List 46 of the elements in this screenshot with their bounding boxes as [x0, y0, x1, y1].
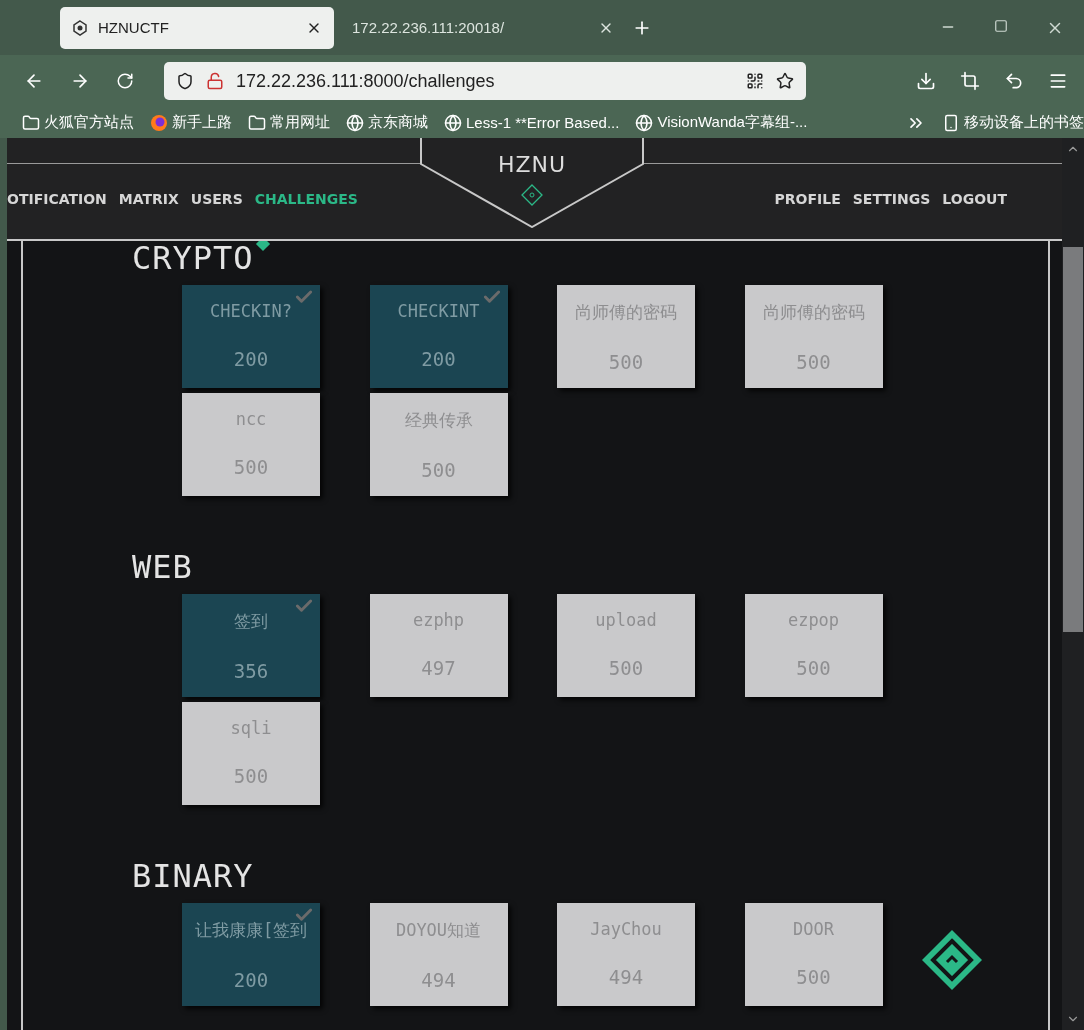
browser-tab[interactable]: HZNUCTF	[60, 6, 334, 49]
star-icon[interactable]	[776, 72, 794, 90]
phone-icon	[942, 113, 960, 132]
site-logo[interactable]: HZNU	[497, 152, 567, 177]
nav-link[interactable]: MATRIX	[118, 190, 179, 207]
bookmark-link[interactable]: 移动设备上的书签	[964, 113, 1084, 132]
browser-tab[interactable]: 172.22.236.111:20018/	[340, 6, 626, 49]
diamond-icon	[520, 183, 544, 207]
nav-link[interactable]: LOGOUT	[942, 190, 1007, 207]
bookmark-link[interactable]: VisionWanda字幕组-...	[657, 113, 808, 132]
site-icon	[72, 19, 88, 36]
lock-icon	[206, 72, 224, 90]
category-title: WEB	[132, 548, 193, 586]
bookmark-link[interactable]: Less-1 **Error Based...	[466, 114, 620, 131]
download-icon[interactable]	[916, 71, 936, 91]
scrollbar[interactable]	[1062, 138, 1084, 1030]
nav-link[interactable]: SETTINGS	[852, 190, 931, 207]
bookmark-link[interactable]: 京东商城	[368, 113, 428, 132]
reload-icon[interactable]	[116, 72, 134, 90]
shield-icon	[176, 72, 194, 90]
nav-link[interactable]: CHALLENGES	[254, 190, 358, 207]
category-title: CRYPTO	[132, 241, 254, 277]
globe-icon	[346, 113, 364, 132]
bookmark-link[interactable]: 新手上路	[172, 113, 232, 132]
browser-logo-icon	[150, 113, 168, 132]
bookmark-link[interactable]: 常用网址	[270, 113, 330, 132]
address-bar[interactable]: 172.22.236.111:8000/challenges	[164, 62, 806, 100]
scroll-top-button[interactable]	[920, 928, 984, 992]
globe-icon	[635, 113, 654, 132]
undo-icon[interactable]	[1004, 71, 1024, 91]
nav-link[interactable]: PROFILE	[774, 190, 841, 207]
nav-link[interactable]: USERS	[190, 190, 243, 207]
challenge-card[interactable]: 让我康康[签到 200	[182, 903, 320, 1006]
bookmark-link[interactable]: 火狐官方站点	[44, 113, 134, 132]
crop-icon[interactable]	[960, 71, 980, 91]
nav-link[interactable]: OTIFICATION	[7, 190, 107, 207]
folder-icon	[248, 113, 266, 132]
globe-icon	[444, 113, 462, 132]
category-title: BINARY	[132, 857, 254, 895]
folder-icon	[22, 113, 40, 132]
menu-icon[interactable]	[1048, 71, 1068, 91]
challenge-card[interactable]: CHECKIN? 200	[182, 285, 320, 388]
challenge-card[interactable]: 签到 356	[182, 594, 320, 697]
qr-code-icon[interactable]	[746, 72, 764, 90]
maximize-icon[interactable]	[994, 18, 1008, 33]
challenge-card[interactable]: CHECKINT 200	[369, 285, 508, 388]
